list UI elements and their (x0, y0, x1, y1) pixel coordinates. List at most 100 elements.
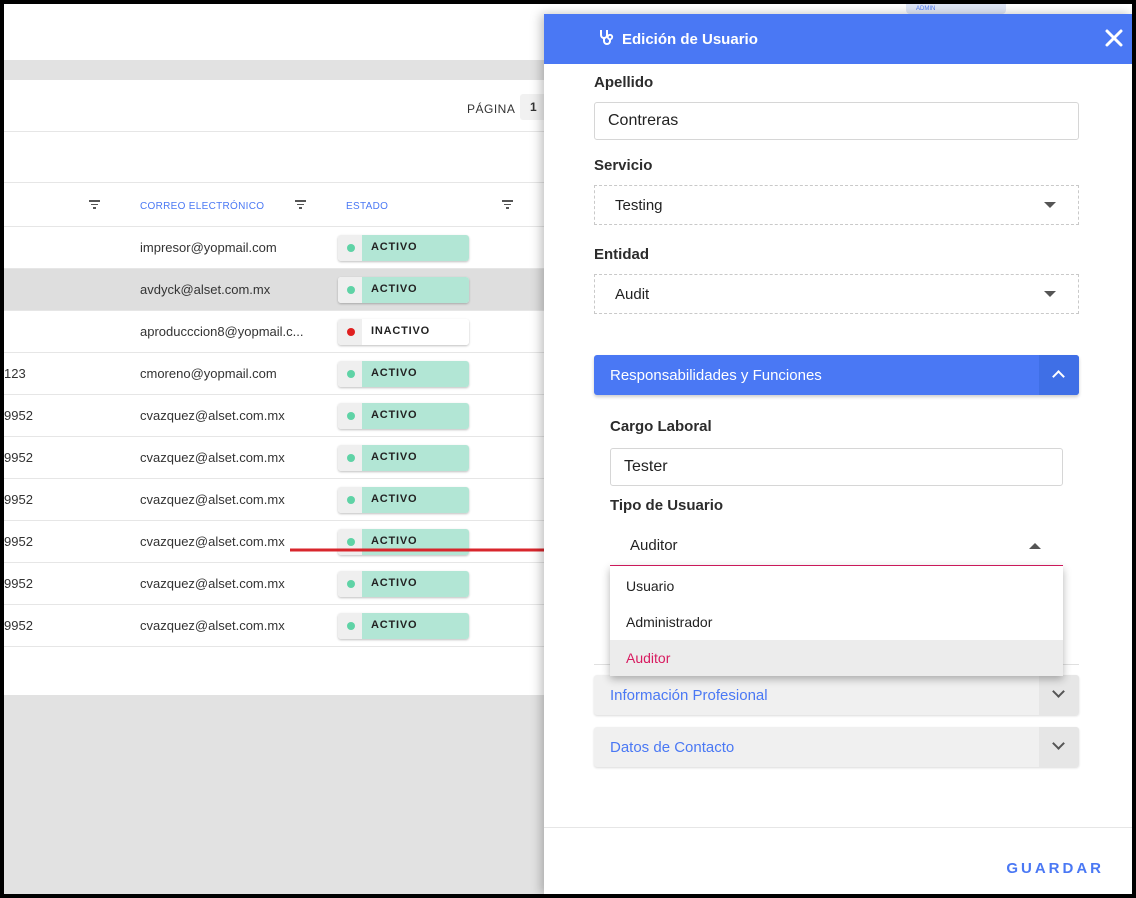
status-badge: ACTIVO (338, 613, 469, 639)
table-row[interactable]: 9952 cvazquez@alset.com.mx ACTIVO (4, 437, 564, 479)
chevron-down-icon[interactable] (1039, 727, 1079, 767)
status-dot (347, 580, 355, 588)
status-label: INACTIVO (362, 319, 469, 345)
email-cell: avdyck@alset.com.mx (140, 282, 271, 297)
table-row[interactable]: 9952 cvazquez@alset.com.mx ACTIVO (4, 479, 564, 521)
cargo-label: Cargo Laboral (610, 418, 712, 435)
caret-down-icon (1044, 202, 1056, 208)
status-badge: ACTIVO (338, 361, 469, 387)
status-dot (347, 370, 355, 378)
status-dot-box (338, 319, 362, 345)
user-id-cell: 9952 (4, 618, 33, 633)
table-toolbar (4, 132, 564, 183)
email-cell: cmoreno@yopmail.com (140, 366, 277, 381)
user-id-cell: 9952 (4, 450, 33, 465)
chevron-down-glyph (1052, 685, 1065, 698)
servicio-label: Servicio (594, 157, 653, 174)
table-row[interactable]: 9952 cvazquez@alset.com.mx ACTIVO (4, 563, 564, 605)
user-id-cell: 123 (4, 366, 26, 381)
status-label: ACTIVO (362, 445, 469, 471)
status-label: ACTIVO (362, 277, 469, 303)
chevron-up-icon[interactable] (1039, 355, 1079, 395)
email-cell: cvazquez@alset.com.mx (140, 450, 285, 465)
email-cell: cvazquez@alset.com.mx (140, 576, 285, 591)
footer-divider (544, 827, 1132, 828)
table-row[interactable]: 9952 cvazquez@alset.com.mx ACTIVO (4, 395, 564, 437)
status-label: ACTIVO (362, 361, 469, 387)
pagination-label: PÁGINA (467, 102, 516, 116)
status-dot-box (338, 235, 362, 261)
status-label: ACTIVO (362, 613, 469, 639)
drawer-header: Edición de Usuario (544, 14, 1132, 64)
accordion-title: Datos de Contacto (610, 739, 735, 756)
status-dot-box (338, 613, 362, 639)
pagination-bar: PÁGINA 1 (4, 80, 564, 132)
user-id-cell: 9952 (4, 534, 33, 549)
status-badge: ACTIVO (338, 445, 469, 471)
status-dot-box (338, 403, 362, 429)
cargo-input[interactable]: Tester (610, 448, 1063, 486)
status-dot-box (338, 487, 362, 513)
column-header-email[interactable]: CORREO ELECTRÓNICO (140, 201, 264, 212)
status-dot (347, 244, 355, 252)
email-cell: cvazquez@alset.com.mx (140, 492, 285, 507)
filter-icon[interactable] (501, 200, 513, 210)
column-header-status[interactable]: ESTADO (346, 201, 388, 212)
status-badge: INACTIVO (338, 319, 469, 345)
email-cell: aproducccion8@yopmail.c... (140, 324, 304, 339)
status-label: ACTIVO (362, 571, 469, 597)
accordion-responsabilidades[interactable]: Responsabilidades y Funciones (594, 355, 1079, 395)
accordion-info-profesional[interactable]: Información Profesional (594, 675, 1079, 715)
user-id-cell: 9952 (4, 576, 33, 591)
entidad-select[interactable]: Audit (594, 274, 1079, 314)
status-dot (347, 454, 355, 462)
chevron-down-icon[interactable] (1039, 675, 1079, 715)
chevron-down-glyph (1052, 737, 1065, 750)
table-header: CORREO ELECTRÓNICO ESTADO (4, 183, 564, 227)
email-cell: impresor@yopmail.com (140, 240, 277, 255)
filter-icon[interactable] (294, 200, 306, 210)
accordion-title: Información Profesional (610, 687, 768, 704)
status-dot (347, 328, 355, 336)
edit-user-drawer: Edición de Usuario Apellido Contreras Se… (544, 14, 1132, 894)
status-badge: ACTIVO (338, 403, 469, 429)
entidad-value: Audit (615, 286, 650, 303)
status-dot (347, 496, 355, 504)
stethoscope-icon (600, 30, 614, 45)
close-icon[interactable] (1102, 26, 1126, 50)
status-dot-box (338, 277, 362, 303)
tipo-usuario-label: Tipo de Usuario (610, 497, 724, 514)
status-label: ACTIVO (362, 235, 469, 261)
accordion-title: Responsabilidades y Funciones (610, 367, 822, 384)
status-badge: ACTIVO (338, 277, 469, 303)
servicio-select[interactable]: Testing (594, 185, 1079, 225)
status-dot (347, 412, 355, 420)
users-table-card: PÁGINA 1 CORREO ELECTRÓNICO ESTADO impre… (4, 80, 564, 695)
status-label: ACTIVO (362, 403, 469, 429)
chevron-up-glyph (1052, 370, 1065, 383)
apellido-input[interactable]: Contreras (594, 102, 1079, 140)
status-badge: ACTIVO (338, 571, 469, 597)
table-row[interactable]: impresor@yopmail.com ACTIVO (4, 227, 564, 269)
screen: ADMIN PÁGINA 1 CORREO ELECTRÓNICO ESTADO… (4, 4, 1132, 894)
table-row[interactable]: avdyck@alset.com.mx ACTIVO (4, 269, 564, 311)
status-label: ACTIVO (362, 487, 469, 513)
filter-icon[interactable] (88, 200, 100, 210)
table-row[interactable]: aproducccion8@yopmail.c... INACTIVO (4, 311, 564, 353)
servicio-value: Testing (615, 197, 663, 214)
status-dot-box (338, 361, 362, 387)
save-button[interactable]: GUARDAR (1006, 860, 1104, 877)
tipo-usuario-select[interactable]: Auditor (610, 527, 1063, 567)
menu-option[interactable]: Auditor (610, 640, 1063, 676)
menu-option[interactable]: Administrador (610, 604, 1063, 640)
table-row[interactable]: 9952 cvazquez@alset.com.mx ACTIVO (4, 605, 564, 647)
menu-option[interactable]: Usuario (610, 568, 1063, 604)
tipo-usuario-menu: Usuario Administrador Auditor (610, 566, 1063, 676)
table-row[interactable]: 123 cmoreno@yopmail.com ACTIVO (4, 353, 564, 395)
email-cell: cvazquez@alset.com.mx (140, 534, 285, 549)
entidad-label: Entidad (594, 246, 649, 263)
status-dot-box (338, 571, 362, 597)
accordion-datos-contacto[interactable]: Datos de Contacto (594, 727, 1079, 767)
apellido-label: Apellido (594, 74, 654, 91)
drawer-title: Edición de Usuario (622, 31, 758, 48)
